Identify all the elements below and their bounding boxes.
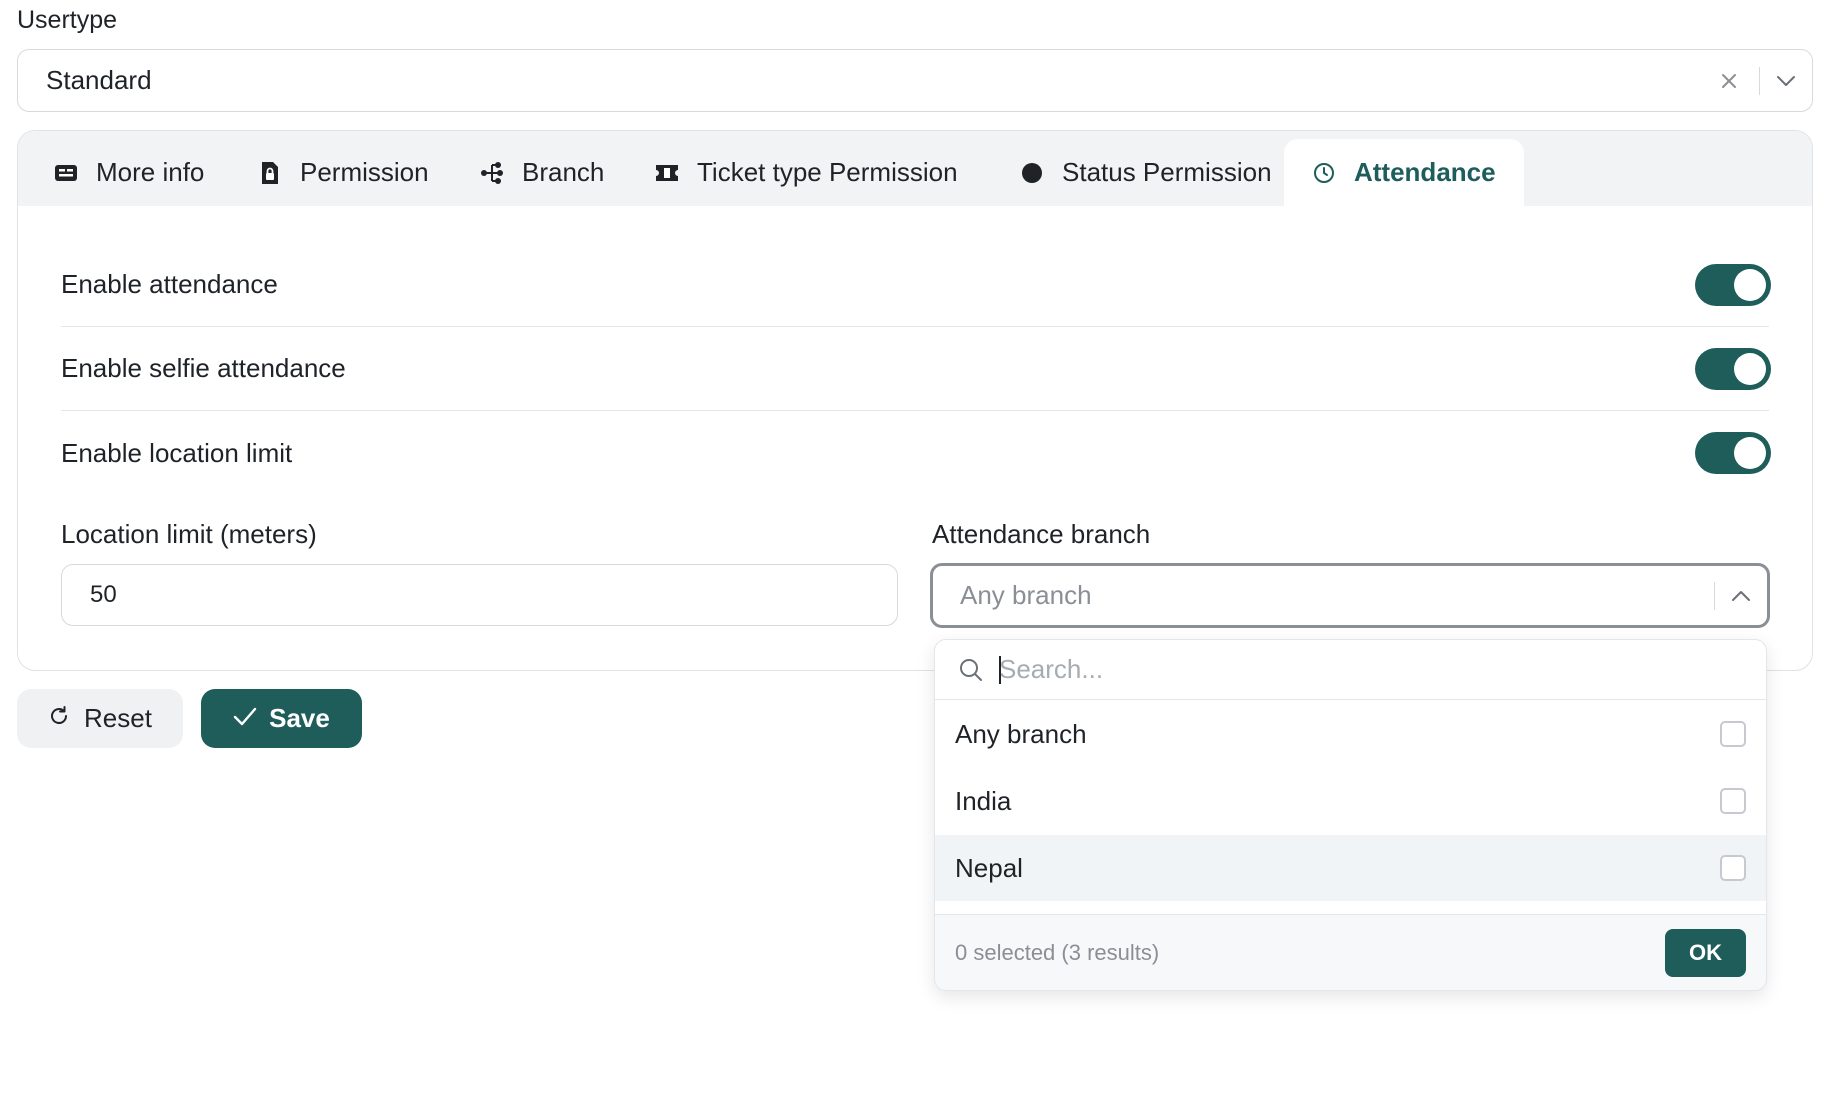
chevron-down-icon[interactable] <box>1760 61 1812 101</box>
clock-icon <box>1312 161 1336 185</box>
option-checkbox[interactable] <box>1720 721 1746 747</box>
tab-label: More info <box>96 157 205 187</box>
toggle-row-enable-attendance: Enable attendance <box>61 243 1771 327</box>
option-checkbox[interactable] <box>1720 788 1746 814</box>
check-icon <box>233 703 257 734</box>
tab-label: Status Permission <box>1062 157 1272 187</box>
usertype-value: Standard <box>46 65 152 95</box>
toggle-row-enable-location-limit: Enable location limit <box>61 411 1771 495</box>
toggle-label: Enable location limit <box>61 437 293 468</box>
chevron-up-icon[interactable] <box>1715 576 1767 616</box>
dropdown-search[interactable]: Search... <box>935 640 1766 700</box>
attendance-branch-select[interactable]: Any branch <box>930 563 1770 628</box>
dropdown-search-input[interactable]: Search... <box>999 654 1103 685</box>
tab-label: Permission <box>300 157 429 187</box>
attendance-branch-label: Attendance branch <box>932 519 1151 549</box>
id-card-icon <box>54 161 78 185</box>
dropdown-footer: 0 selected (3 results) OK <box>935 914 1766 990</box>
ticket-icon <box>655 161 679 185</box>
tab-bar: More info Permission Branch Ticket type … <box>18 131 1812 206</box>
sitemap-icon <box>480 161 504 185</box>
enable-attendance-toggle[interactable] <box>1695 263 1771 306</box>
branch-select-placeholder: Any branch <box>960 580 1092 610</box>
location-limit-label: Location limit (meters) <box>61 519 317 549</box>
tab-status-permission[interactable]: Status Permission <box>1020 139 1272 206</box>
save-label: Save <box>269 703 330 733</box>
usertype-label: Usertype <box>17 6 118 34</box>
tab-branch[interactable]: Branch <box>480 139 604 206</box>
option-checkbox[interactable] <box>1720 855 1746 881</box>
circle-icon <box>1020 161 1044 185</box>
branch-dropdown: Search... Any branch India Nepal 0 selec… <box>934 639 1767 991</box>
tab-attendance[interactable]: Attendance <box>1284 139 1524 206</box>
settings-panel: More info Permission Branch Ticket type … <box>17 130 1813 671</box>
toggle-row-enable-selfie-attendance: Enable selfie attendance <box>61 327 1771 411</box>
ok-button[interactable]: OK <box>1665 928 1746 977</box>
search-icon <box>957 656 985 684</box>
tab-label: Branch <box>522 157 605 187</box>
file-lock-icon <box>258 161 282 185</box>
selection-summary: 0 selected (3 results) <box>955 939 1160 965</box>
save-button[interactable]: Save <box>201 689 362 748</box>
tab-label: Attendance <box>1354 157 1496 187</box>
reset-button[interactable]: Reset <box>17 689 183 748</box>
toggle-label: Enable selfie attendance <box>61 353 346 383</box>
tab-permission[interactable]: Permission <box>258 139 429 206</box>
dropdown-option-india[interactable]: India <box>935 768 1766 834</box>
usertype-select[interactable]: Standard <box>17 49 1813 112</box>
option-label: Nepal <box>955 852 1023 883</box>
dropdown-option-nepal[interactable]: Nepal <box>935 835 1766 901</box>
enable-selfie-attendance-toggle[interactable] <box>1695 347 1771 390</box>
tab-ticket-type-permission[interactable]: Ticket type Permission <box>655 139 958 206</box>
option-label: Any branch <box>955 718 1087 749</box>
refresh-icon <box>48 703 70 734</box>
dropdown-option-any-branch[interactable]: Any branch <box>935 701 1766 767</box>
option-label: India <box>955 785 1012 816</box>
tab-label: Ticket type Permission <box>697 157 958 187</box>
reset-label: Reset <box>84 703 152 733</box>
enable-location-limit-toggle[interactable] <box>1695 432 1771 474</box>
tab-more-info[interactable]: More info <box>54 139 204 206</box>
toggle-label: Enable attendance <box>61 269 278 299</box>
location-limit-input[interactable]: 50 <box>61 564 898 626</box>
clear-icon[interactable] <box>1709 61 1749 101</box>
